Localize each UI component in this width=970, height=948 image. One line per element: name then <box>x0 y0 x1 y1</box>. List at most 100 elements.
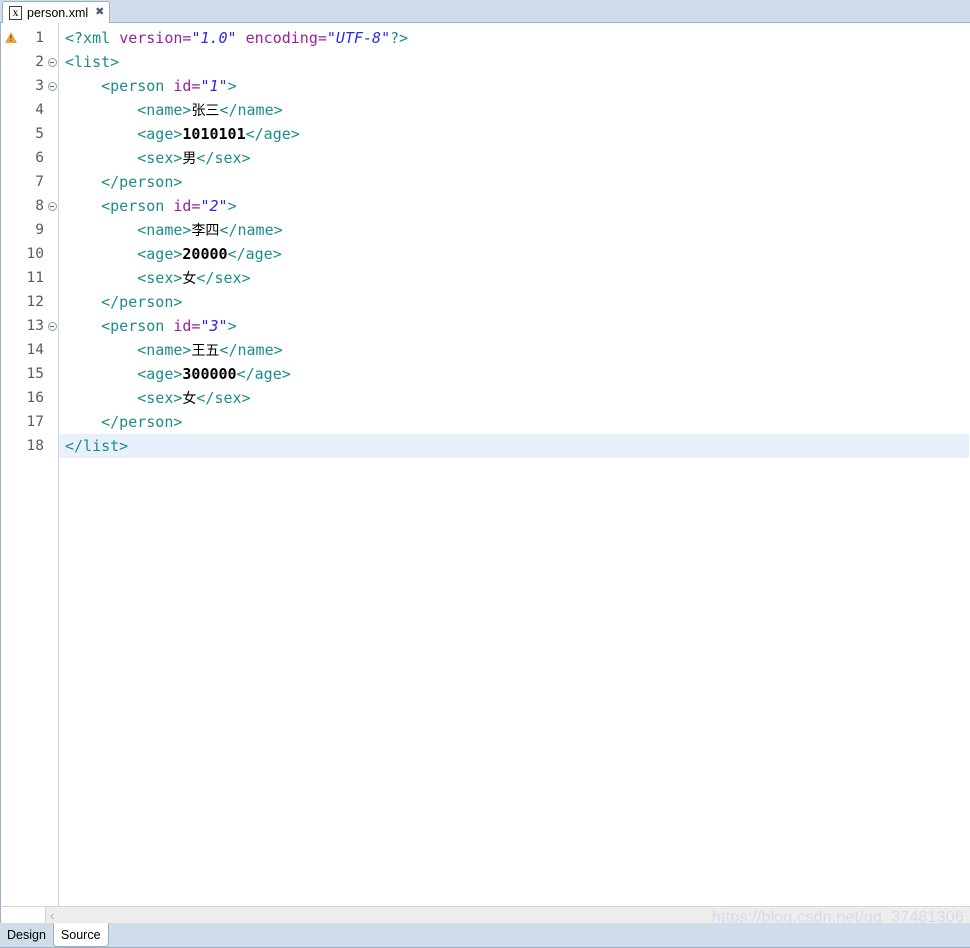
code-line[interactable]: </list> <box>59 434 969 458</box>
line-number: 9 <box>35 222 44 238</box>
code-line[interactable]: </person> <box>59 290 969 314</box>
tab-design[interactable]: Design <box>0 923 53 947</box>
code-line[interactable]: <age>1010101</age> <box>59 122 969 146</box>
fold-cell <box>45 122 59 146</box>
xml-editor-window: X person.xml ✖ 1234567891011121314151617… <box>0 0 970 948</box>
code-line[interactable]: <?xml version="1.0" encoding="UTF-8"?> <box>59 26 969 50</box>
fold-cell[interactable] <box>45 74 59 98</box>
code-line[interactable]: <name>张三</name> <box>59 98 969 122</box>
fold-cell <box>45 218 59 242</box>
code-line[interactable]: <name>李四</name> <box>59 218 969 242</box>
fold-cell <box>45 242 59 266</box>
code-line[interactable]: <list> <box>59 50 969 74</box>
code-line[interactable]: <age>300000</age> <box>59 362 969 386</box>
fold-cell[interactable] <box>45 50 59 74</box>
editor-tab-label: person.xml <box>27 5 89 20</box>
code-line[interactable]: </person> <box>59 170 969 194</box>
code-line[interactable]: <person id="3"> <box>59 314 969 338</box>
code-token-tag: </sex> <box>196 269 251 287</box>
fold-collapse-icon[interactable] <box>47 322 57 332</box>
code-token-val: "1.0" <box>191 29 237 47</box>
fold-cell[interactable] <box>45 314 59 338</box>
code-line[interactable]: <person id="1"> <box>59 74 969 98</box>
line-number: 14 <box>26 342 44 358</box>
fold-cell <box>45 266 59 290</box>
code-line[interactable]: <age>20000</age> <box>59 242 969 266</box>
code-token-tag: ?> <box>390 29 409 47</box>
code-token-val: "1" <box>200 77 228 95</box>
line-number: 5 <box>35 126 44 142</box>
fold-cell <box>45 434 59 458</box>
line-number: 12 <box>26 294 44 310</box>
code-token-tag: </list> <box>65 437 129 455</box>
code-editor-area[interactable]: <?xml version="1.0" encoding="UTF-8"?> <l… <box>59 23 969 906</box>
editor-tab-person-xml[interactable]: X person.xml ✖ <box>2 1 111 23</box>
code-token-cjk: 男 <box>182 151 197 167</box>
close-icon[interactable]: ✖ <box>95 7 104 18</box>
code-token-tag: <person <box>101 197 174 215</box>
tab-design-label: Design <box>7 928 46 942</box>
code-line[interactable]: <sex>男</sex> <box>59 146 969 170</box>
code-token-text: 20000 <box>182 245 228 263</box>
fold-collapse-icon[interactable] <box>47 82 57 92</box>
code-token-tag: </sex> <box>196 389 251 407</box>
code-token-attr: version= <box>119 29 192 47</box>
code-token-tag: </name> <box>219 341 283 359</box>
code-token-tag: </age> <box>236 365 291 383</box>
code-token-tag: </age> <box>227 245 282 263</box>
code-token-tag: <sex> <box>137 389 183 407</box>
code-token-tag: <age> <box>137 245 183 263</box>
warning-icon[interactable] <box>5 32 17 44</box>
fold-cell[interactable] <box>45 194 59 218</box>
code-token-tag: </person> <box>101 413 183 431</box>
code-token-val: "UTF-8" <box>326 29 391 47</box>
code-token-tag: </person> <box>101 293 183 311</box>
code-token-tag: <person <box>101 317 174 335</box>
code-token-cjk: 王五 <box>191 343 220 359</box>
line-number: 16 <box>26 390 44 406</box>
code-token-tag: <age> <box>137 125 183 143</box>
line-number: 3 <box>35 78 44 94</box>
fold-collapse-icon[interactable] <box>47 58 57 68</box>
code-folding-ruler[interactable] <box>45 23 59 906</box>
fold-cell <box>45 338 59 362</box>
code-token-tag: <age> <box>137 365 183 383</box>
line-number: 2 <box>35 54 44 70</box>
code-line[interactable]: <sex>女</sex> <box>59 266 969 290</box>
fold-cell <box>45 362 59 386</box>
scrollbar-track[interactable]: ‹ <box>46 907 970 923</box>
code-line[interactable]: <name>王五</name> <box>59 338 969 362</box>
code-token-tag: > <box>227 197 237 215</box>
horizontal-scrollbar[interactable]: ‹ <box>0 906 970 923</box>
editor-tab-bar: X person.xml ✖ <box>0 0 970 23</box>
code-line[interactable]: <sex>女</sex> <box>59 386 969 410</box>
code-line[interactable]: </person> <box>59 410 969 434</box>
annotation-ruler[interactable] <box>1 23 20 906</box>
fold-cell <box>45 410 59 434</box>
fold-collapse-icon[interactable] <box>47 202 57 212</box>
xml-file-icon: X <box>9 5 22 20</box>
scrollbar-gutter-spacer <box>1 907 46 923</box>
chevron-left-icon[interactable]: ‹ <box>50 909 54 922</box>
code-token-tag: > <box>227 317 237 335</box>
code-token-tag: </name> <box>219 101 283 119</box>
code-token-text: 300000 <box>182 365 237 383</box>
line-number: 11 <box>26 270 44 286</box>
code-line[interactable]: <person id="2"> <box>59 194 969 218</box>
code-token-tag: <sex> <box>137 149 183 167</box>
code-token-tag: <sex> <box>137 269 183 287</box>
code-token-cjk: 李四 <box>191 223 220 239</box>
code-token-cjk: 女 <box>182 271 197 287</box>
tab-source[interactable]: Source <box>52 923 109 947</box>
code-token-tag: <list> <box>65 53 120 71</box>
